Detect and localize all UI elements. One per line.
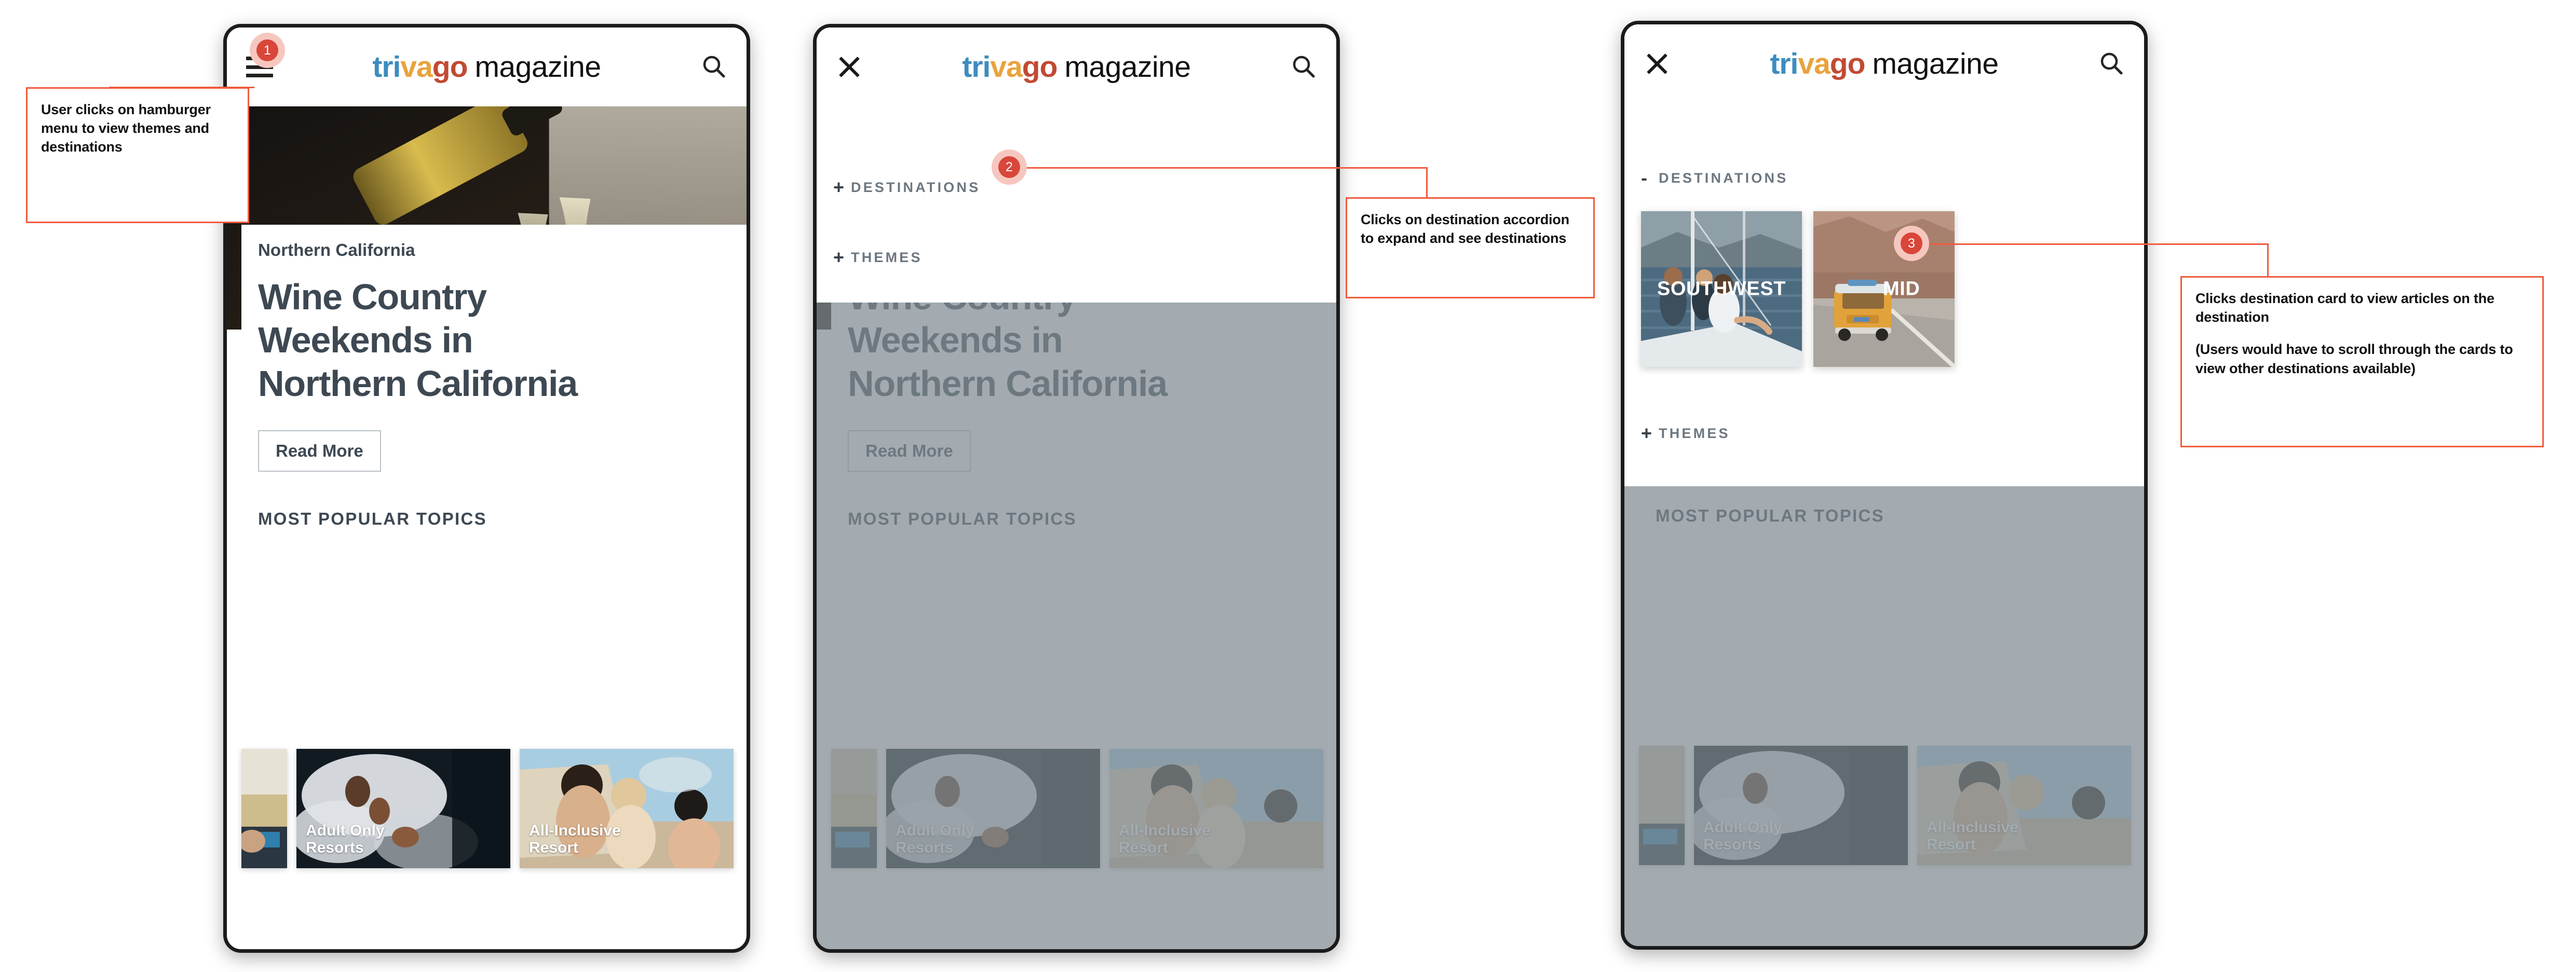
phone-frame-1: trivago magazine Northern California Wine…: [223, 24, 750, 953]
top-bar-3: trivago magazine: [1624, 24, 2144, 103]
menu-label-destinations-expanded: DESTINATIONS: [1659, 170, 1788, 186]
callout-1-text: User clicks on hamburger menu to view th…: [41, 102, 211, 155]
step-badge-2: 2: [992, 149, 1027, 185]
destination-card-list: SOUTHWEST MID: [1641, 211, 2144, 367]
menu-panel-2: trivago magazine + DESTINATIONS + THEMES: [817, 28, 1336, 303]
connector-line-2-horizontal: [1007, 167, 1428, 169]
phone-screen-2: Northern California Wine Country Weekend…: [817, 28, 1336, 949]
logo-part-va-3: va: [1798, 47, 1830, 80]
logo-suffix-magazine-3: magazine: [1872, 47, 1999, 80]
most-popular-topics-title-3: MOST POPULAR TOPICS: [1656, 505, 1884, 525]
topic-card-list-2: Adult Only Resorts All-Inclusive Resort: [831, 749, 1336, 868]
expand-plus-icon-themes: +: [833, 247, 845, 268]
topic-art-partial: [241, 749, 287, 868]
menu-panel-3: trivago magazine - DESTINATIONS SOUTHWES…: [1624, 24, 2144, 486]
topic-card-all-inclusive-resort[interactable]: All-Inclusive Resort: [520, 749, 734, 868]
menu-item-destinations-expanded[interactable]: - DESTINATIONS: [1624, 169, 2144, 187]
collapse-minus-icon-destinations: -: [1641, 167, 1647, 188]
most-popular-topics-title-2: MOST POPULAR TOPICS: [848, 509, 1077, 528]
topic-card-adult-only-resorts-3[interactable]: Adult Only Resorts: [1694, 746, 1908, 865]
logo-part-va: va: [400, 50, 432, 84]
menu-label-destinations: DESTINATIONS: [851, 179, 981, 195]
search-icon-3[interactable]: [2098, 50, 2125, 77]
article-headline: Wine Country Weekends in Northern Califo…: [258, 277, 578, 404]
close-icon-3[interactable]: [1646, 52, 1669, 75]
logo-part-go-3: go: [1829, 47, 1866, 80]
callout-2-text: Clicks on destination accordion to expan…: [1361, 212, 1569, 247]
step-badge-2-number: 2: [998, 156, 1020, 178]
logo-part-tri-3: tri: [1770, 47, 1798, 80]
menu-item-themes[interactable]: + THEMES: [817, 248, 1336, 267]
topic-art-partial-2: [831, 749, 877, 868]
trivago-magazine-logo[interactable]: trivago magazine: [372, 52, 601, 82]
topic-card-adult-only-resorts-2[interactable]: Adult Only Resorts: [886, 749, 1100, 868]
topic-card-partial-3[interactable]: [1639, 746, 1685, 865]
step-badge-3-number: 3: [1901, 232, 1922, 254]
topic-label-all-inclusive-resort: All-Inclusive Resort: [529, 822, 621, 857]
phone-screen-1: trivago magazine Northern California Wine…: [227, 28, 747, 949]
topic-card-list-3: Adult Only Resorts All-Inclusive Resort: [1639, 746, 2144, 865]
destination-card-midwest[interactable]: MID: [1813, 211, 1955, 367]
most-popular-topics-title: MOST POPULAR TOPICS: [258, 509, 487, 528]
callout-3-text-secondary: (Users would have to scroll through the …: [2195, 341, 2513, 376]
trivago-magazine-logo-2[interactable]: trivago magazine: [962, 50, 1191, 84]
phone-screen-3: Northern California Wine Country Weekend…: [1624, 24, 2144, 946]
close-icon[interactable]: [838, 56, 861, 78]
expand-plus-icon-themes-3: +: [1641, 422, 1652, 444]
topic-label-adult-only-resorts: Adult Only Resorts: [306, 822, 385, 857]
topic-card-partial[interactable]: [241, 749, 287, 868]
topic-card-all-inclusive-resort-3[interactable]: All-Inclusive Resort: [1917, 746, 2131, 865]
logo-part-tri: tri: [372, 50, 401, 84]
callout-2: Clicks on destination accordion to expan…: [1346, 197, 1595, 298]
step-badge-1-number: 1: [256, 39, 278, 61]
step-badge-3: 3: [1894, 226, 1929, 261]
callout-1: User clicks on hamburger menu to view th…: [26, 87, 249, 223]
menu-label-themes: THEMES: [851, 249, 923, 265]
flow-canvas: trivago magazine Northern California Wine…: [0, 0, 2576, 972]
connector-line-3-horizontal: [1926, 243, 2269, 245]
destination-label-midwest: MID: [1883, 278, 1920, 300]
logo-part-go-2: go: [1022, 50, 1058, 84]
logo-suffix-magazine: magazine: [474, 50, 601, 84]
search-icon-2[interactable]: [1290, 53, 1317, 80]
logo-part-tri-2: tri: [962, 50, 991, 84]
topic-card-list-1: Adult Only Resorts All-Inclusive Resort: [241, 749, 747, 868]
step-badge-1: 1: [250, 33, 285, 68]
topic-label-adult-only-resorts-3: Adult Only Resorts: [1703, 818, 1782, 854]
article-kicker: Northern California: [258, 240, 415, 259]
destination-card-southwest[interactable]: SOUTHWEST: [1641, 211, 1802, 367]
topic-card-partial-2[interactable]: [831, 749, 877, 868]
phone-frame-3: Northern California Wine Country Weekend…: [1621, 21, 2148, 950]
callout-3: Clicks destination card to view articles…: [2180, 276, 2544, 447]
topic-label-adult-only-resorts-2: Adult Only Resorts: [896, 822, 974, 857]
topic-art-partial-3: [1639, 746, 1685, 865]
article-card-1: Northern California Wine Country Weekend…: [241, 225, 747, 547]
logo-part-va-2: va: [990, 50, 1022, 84]
topic-card-all-inclusive-resort-2[interactable]: All-Inclusive Resort: [1109, 749, 1323, 868]
menu-label-themes-3: THEMES: [1659, 425, 1730, 441]
menu-dim-overlay-3: [1624, 486, 2144, 946]
expand-plus-icon-destinations: +: [833, 176, 845, 198]
connector-line-3-vertical: [2267, 243, 2269, 279]
topic-label-all-inclusive-resort-2: All-Inclusive Resort: [1119, 822, 1211, 857]
read-more-button[interactable]: Read More: [258, 430, 381, 472]
topic-label-all-inclusive-resort-3: All-Inclusive Resort: [1927, 818, 2018, 854]
phone-frame-2: Northern California Wine Country Weekend…: [813, 24, 1340, 953]
menu-item-themes-3[interactable]: + THEMES: [1624, 424, 2144, 443]
read-more-button-2[interactable]: Read More: [848, 430, 971, 472]
search-icon[interactable]: [700, 53, 727, 80]
logo-part-go: go: [432, 50, 468, 84]
destination-label-southwest: SOUTHWEST: [1657, 278, 1786, 300]
logo-suffix-magazine-2: magazine: [1064, 50, 1191, 84]
trivago-magazine-logo-3[interactable]: trivago magazine: [1770, 47, 1999, 80]
topic-card-adult-only-resorts[interactable]: Adult Only Resorts: [296, 749, 510, 868]
top-bar-1: trivago magazine: [227, 28, 747, 106]
menu-item-destinations[interactable]: + DESTINATIONS: [817, 178, 1336, 197]
top-bar-2: trivago magazine: [817, 28, 1336, 106]
callout-3-text-primary: Clicks destination card to view articles…: [2195, 291, 2494, 325]
